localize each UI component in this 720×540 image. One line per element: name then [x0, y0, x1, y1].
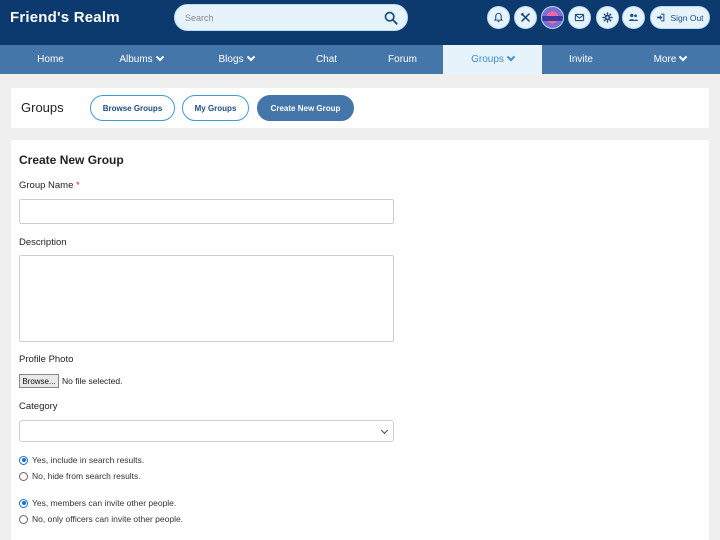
search-input[interactable] — [185, 10, 385, 26]
category-label: Category — [19, 401, 58, 412]
nav-home[interactable]: Home — [0, 45, 101, 74]
nav-more-label: More — [653, 54, 677, 65]
nav-albums-label: Albums — [119, 54, 153, 65]
nav-blogs-label: Blogs — [218, 54, 244, 65]
settings-button[interactable] — [596, 6, 619, 29]
main-nav: Home Albums Blogs Chat Forum Groups Invi… — [0, 45, 720, 74]
group-name-label-text: Group Name — [19, 180, 74, 191]
tools-icon — [521, 13, 530, 22]
radio-label: No, only officers can invite other peopl… — [32, 514, 184, 524]
form-heading: Create New Group — [19, 153, 124, 167]
my-groups-button[interactable]: My Groups — [182, 95, 249, 121]
radio-label: No, hide from search results. — [32, 471, 141, 481]
search-box[interactable] — [174, 4, 408, 31]
nav-forum-label: Forum — [388, 54, 417, 65]
nav-groups-label: Groups — [471, 54, 504, 65]
page-title: Groups — [21, 100, 64, 115]
envelope-icon — [574, 13, 585, 22]
chevron-down-icon — [380, 426, 389, 435]
sign-out-label: Sign Out — [670, 12, 704, 23]
nav-home-label: Home — [37, 54, 64, 65]
chevron-down-icon — [246, 52, 255, 61]
bell-icon — [493, 12, 504, 23]
groups-subheader: Groups Browse Groups My Groups Create Ne… — [11, 88, 709, 128]
nav-chat[interactable]: Chat — [291, 45, 362, 74]
category-select[interactable] — [19, 420, 394, 442]
radio-button[interactable] — [19, 471, 28, 481]
file-status: No file selected. — [62, 376, 123, 386]
avatar[interactable] — [541, 6, 564, 29]
create-new-group-button[interactable]: Create New Group — [257, 95, 354, 121]
nav-invite-label: Invite — [569, 54, 593, 65]
chevron-down-icon — [506, 52, 516, 61]
sign-out-icon — [657, 13, 665, 22]
nav-groups[interactable]: Groups — [443, 45, 542, 74]
description-label: Description — [19, 237, 67, 248]
profile-photo-label: Profile Photo — [19, 354, 74, 365]
radio-button[interactable] — [19, 455, 28, 465]
nav-invite[interactable]: Invite — [542, 45, 620, 74]
required-marker: * — [76, 180, 80, 191]
users-icon — [629, 13, 638, 21]
radio-label: Yes, include in search results. — [32, 455, 145, 465]
nav-chat-label: Chat — [315, 54, 338, 65]
group-name-label: Group Name * — [19, 180, 80, 191]
create-group-form: Create New Group Group Name * Descriptio… — [11, 140, 709, 540]
nav-forum[interactable]: Forum — [362, 45, 443, 74]
search-visibility-no[interactable]: No, hide from search results. — [19, 471, 141, 481]
radio-button[interactable] — [19, 514, 28, 524]
radio-label: Yes, members can invite other people. — [32, 498, 177, 508]
notifications-button[interactable] — [487, 6, 510, 29]
description-field[interactable] — [19, 255, 394, 342]
invite-permission-no[interactable]: No, only officers can invite other peopl… — [19, 514, 183, 524]
chevron-down-icon — [679, 52, 688, 61]
browse-groups-button[interactable]: Browse Groups — [90, 95, 175, 121]
tools-button[interactable] — [514, 6, 537, 29]
group-name-field[interactable] — [19, 199, 394, 224]
chevron-down-icon — [155, 52, 164, 61]
invite-permission-yes[interactable]: Yes, members can invite other people. — [19, 498, 176, 508]
sign-out-button[interactable]: Sign Out — [650, 6, 710, 29]
top-header: Friend's Realm Search Sign Out — [0, 0, 720, 45]
nav-blogs[interactable]: Blogs — [181, 45, 291, 74]
messages-button[interactable] — [568, 6, 591, 29]
search-visibility-yes[interactable]: Yes, include in search results. — [19, 455, 144, 465]
search-icon[interactable] — [384, 11, 398, 25]
radio-button[interactable] — [19, 498, 28, 508]
browse-file-button[interactable]: Browse... — [19, 374, 59, 388]
avatar-band — [542, 16, 563, 21]
site-logo[interactable]: Friend's Realm — [10, 9, 120, 26]
nav-albums[interactable]: Albums — [101, 45, 181, 74]
friends-button[interactable] — [622, 6, 645, 29]
nav-more[interactable]: More — [620, 45, 720, 74]
gear-icon — [602, 12, 613, 23]
